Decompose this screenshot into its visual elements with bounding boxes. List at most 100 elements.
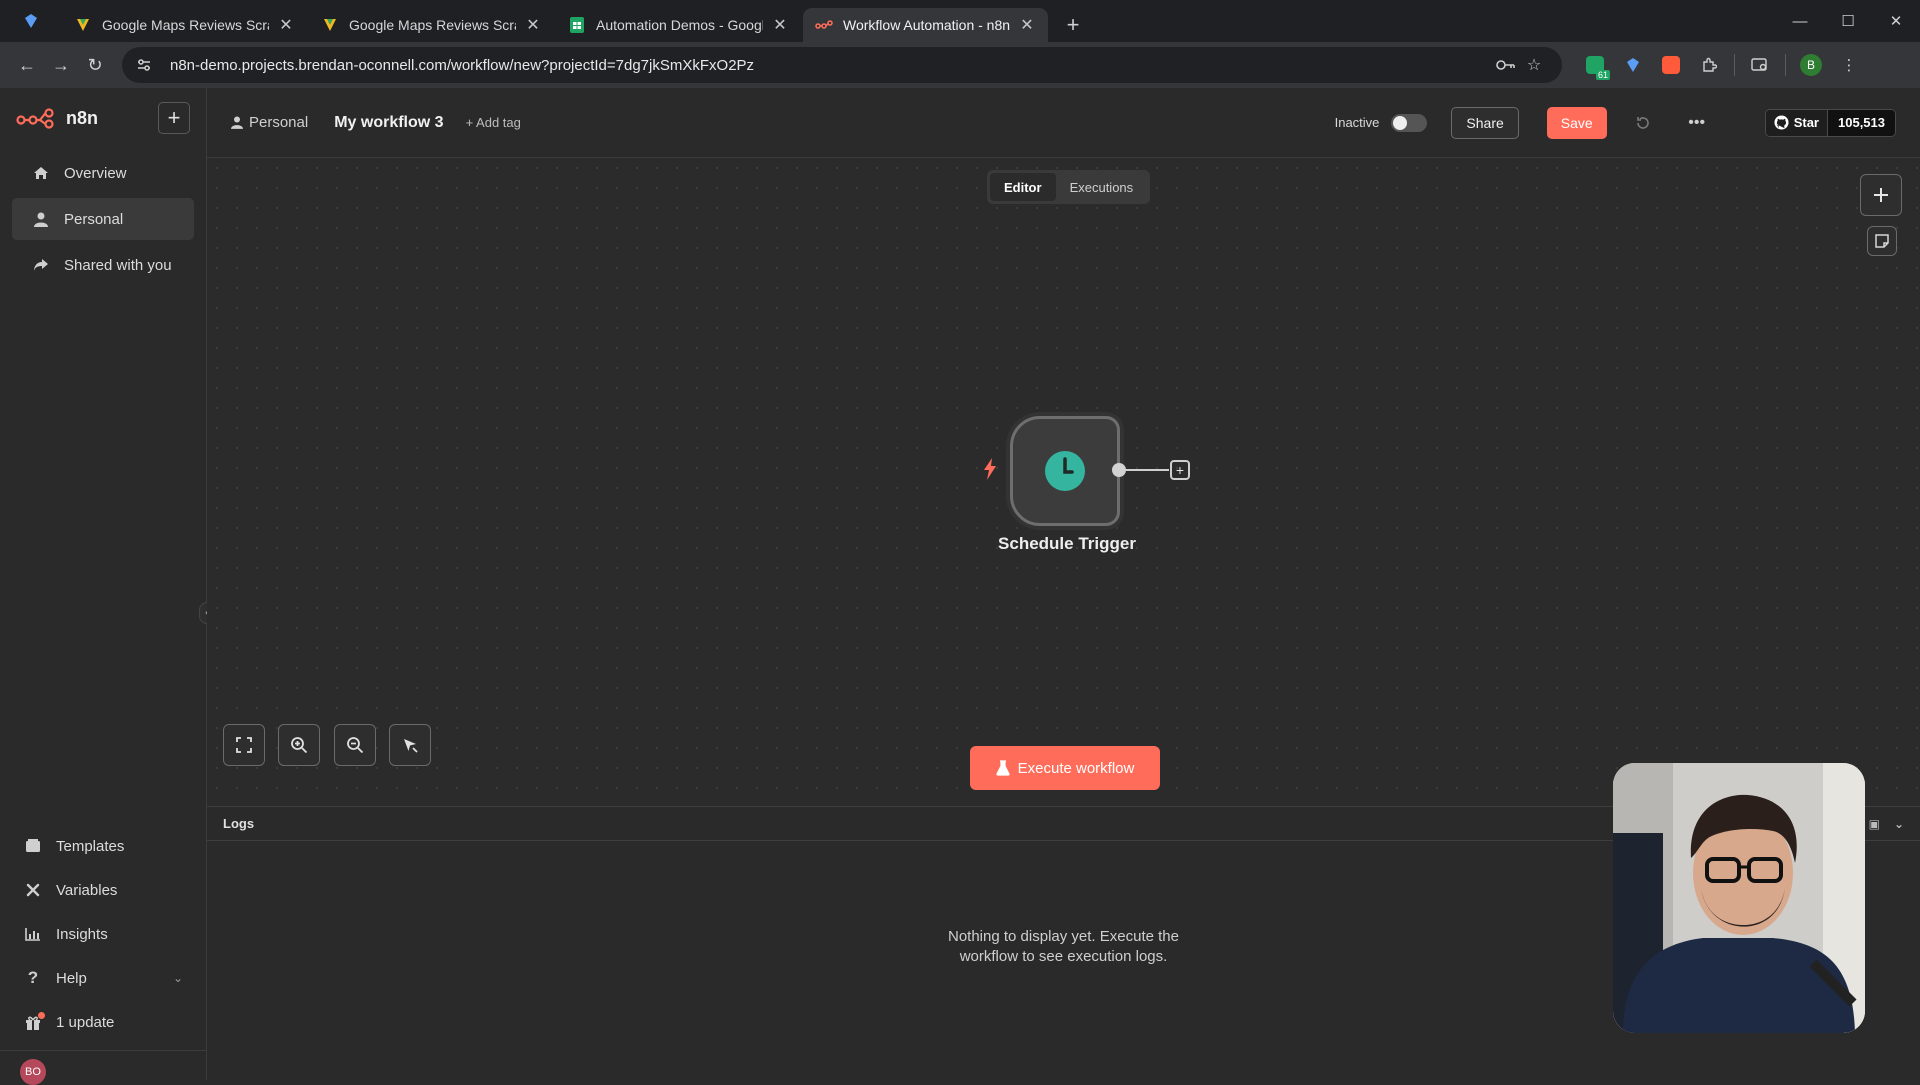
share-icon	[32, 258, 50, 272]
trigger-bolt-icon	[983, 458, 997, 480]
help-icon: ?	[27, 968, 39, 987]
add-next-node-plus-icon[interactable]: +	[1170, 460, 1190, 480]
avatar[interactable]: BO	[20, 1059, 46, 1085]
sidebar-item-label: Variables	[56, 881, 118, 899]
sidebar: n8n + Overview Personal Shared with you	[0, 88, 207, 1085]
pop-out-icon[interactable]: ▣	[1869, 817, 1880, 831]
sidebar-item-variables[interactable]: Variables	[0, 868, 207, 912]
logs-title: Logs	[223, 816, 255, 831]
save-button[interactable]: Save	[1546, 106, 1607, 139]
browser-tab-2[interactable]: Google Maps Reviews Scraper ✕	[309, 8, 554, 42]
logo-row: n8n +	[0, 88, 206, 148]
site-info-icon[interactable]	[136, 58, 156, 72]
browser-tab-bar: Google Maps Reviews Scraper ✕ Google Map…	[0, 0, 1920, 42]
address-bar[interactable]: n8n-demo.projects.brendan-oconnell.com/w…	[122, 47, 1562, 83]
chevron-down-icon[interactable]: ⌄	[173, 971, 183, 985]
bookmark-star-icon[interactable]: ☆	[1520, 55, 1548, 75]
templates-icon	[24, 839, 42, 853]
logo-text: n8n	[66, 107, 99, 128]
sidebar-item-overview[interactable]: Overview	[12, 152, 194, 194]
password-key-icon[interactable]	[1492, 59, 1520, 71]
new-tab-icon[interactable]: +	[1056, 8, 1090, 42]
webcam-overlay	[1613, 763, 1865, 1033]
tab-title: Google Maps Reviews Scraper	[102, 17, 269, 33]
maximize-icon[interactable]: ☐	[1824, 0, 1872, 42]
chevron-down-icon[interactable]: ⌄	[1894, 817, 1904, 831]
sidebar-item-update[interactable]: 1 update	[0, 1000, 207, 1044]
sidebar-item-insights[interactable]: Insights	[0, 912, 207, 956]
sidebar-item-label: 1 update	[56, 1013, 115, 1031]
home-icon	[32, 166, 50, 180]
profile-avatar[interactable]: B	[1792, 48, 1830, 82]
extensions-puzzle-icon[interactable]	[1690, 48, 1728, 82]
github-star-label[interactable]: Star	[1765, 109, 1827, 136]
browser-tab-4-active[interactable]: Workflow Automation - n8n ✕	[803, 8, 1048, 42]
forward-arrow-icon[interactable]: →	[44, 48, 78, 82]
sidebar-item-shared[interactable]: Shared with you	[12, 244, 194, 286]
workflow-canvas[interactable]: Editor Executions + Schedule Trigger Exe…	[207, 158, 1920, 806]
create-button[interactable]: +	[158, 102, 190, 134]
tab-close-icon[interactable]: ✕	[1018, 16, 1036, 34]
sidebar-item-label: Shared with you	[64, 256, 172, 274]
clock-icon	[1045, 451, 1085, 491]
tab-close-icon[interactable]: ✕	[524, 16, 542, 34]
share-button[interactable]: Share	[1451, 106, 1519, 139]
github-star-button[interactable]: Star 105,513	[1764, 108, 1896, 137]
extension-record-icon[interactable]	[1652, 48, 1690, 82]
sticky-note-icon[interactable]	[1867, 226, 1897, 256]
url-text: n8n-demo.projects.brendan-oconnell.com/w…	[170, 56, 755, 74]
add-node-button[interactable]	[1860, 174, 1902, 216]
node-connector-line	[1125, 469, 1169, 471]
editor-executions-switch: Editor Executions	[987, 170, 1151, 204]
schedule-trigger-node[interactable]	[1010, 416, 1120, 526]
github-icon	[1774, 115, 1789, 130]
extension-sheets-icon[interactable]: 61	[1576, 48, 1614, 82]
minimize-icon[interactable]: —	[1776, 0, 1824, 42]
execute-workflow-button[interactable]: Execute workflow	[970, 746, 1160, 790]
browser-toolbar: ← → ↻ n8n-demo.projects.brendan-oconnell…	[0, 42, 1920, 88]
logs-empty-line-1: Nothing to display yet. Execute the	[948, 928, 1179, 945]
more-options-icon[interactable]: •••	[1681, 107, 1713, 139]
tab-close-icon[interactable]: ✕	[277, 16, 295, 34]
breadcrumb-project[interactable]: Personal	[231, 114, 308, 131]
tab-executions[interactable]: Executions	[1056, 173, 1148, 201]
extension-badge: 61	[1595, 70, 1610, 80]
browser-tab-3[interactable]: Automation Demos - Google Sl ✕	[556, 8, 801, 42]
tab-search-panel-icon[interactable]	[1741, 48, 1779, 82]
window-close-icon[interactable]: ✕	[1872, 0, 1920, 42]
add-tag-link[interactable]: + Add tag	[466, 115, 521, 130]
variables-icon	[24, 883, 42, 897]
toolbar-divider	[1785, 54, 1786, 76]
sidebar-item-personal[interactable]: Personal	[12, 198, 194, 240]
logs-empty-line-2: workflow to see execution logs.	[959, 948, 1168, 965]
tab-close-icon[interactable]: ✕	[771, 16, 789, 34]
reload-icon[interactable]: ↻	[78, 48, 112, 82]
fit-view-button[interactable]	[223, 724, 265, 766]
sidebar-item-label: Personal	[64, 210, 124, 228]
sidebar-item-label: Insights	[56, 925, 108, 943]
google-maps-favicon-icon	[321, 16, 339, 34]
browser-tab-1[interactable]: Google Maps Reviews Scraper ✕	[62, 8, 307, 42]
active-status-label: Inactive	[1334, 115, 1380, 130]
user-menu[interactable]: BO	[0, 1050, 207, 1085]
active-toggle[interactable]	[1391, 113, 1428, 132]
node-title: Schedule Trigger	[998, 534, 1136, 553]
tab-editor[interactable]: Editor	[990, 173, 1056, 201]
toolbar-divider	[1734, 54, 1735, 76]
browser-menu-icon[interactable]: ⋮	[1830, 48, 1868, 82]
tab-search-icon[interactable]	[0, 0, 62, 42]
zoom-out-button[interactable]	[334, 724, 376, 766]
n8n-logo-icon[interactable]	[16, 107, 56, 129]
workflow-name[interactable]: My workflow 3	[334, 114, 443, 132]
zoom-in-button[interactable]	[278, 724, 320, 766]
node-output-handle[interactable]	[1112, 463, 1126, 477]
history-icon[interactable]	[1627, 107, 1659, 139]
extension-pin-icon[interactable]	[1614, 48, 1652, 82]
window-controls: — ☐ ✕	[1776, 0, 1920, 42]
sidebar-item-templates[interactable]: Templates	[0, 824, 207, 868]
tidy-up-button[interactable]	[389, 724, 431, 766]
sidebar-item-help[interactable]: ? Help ⌄	[0, 956, 207, 1000]
flask-icon	[996, 760, 1010, 776]
n8n-favicon-icon	[815, 16, 833, 34]
back-arrow-icon[interactable]: ←	[10, 48, 44, 82]
